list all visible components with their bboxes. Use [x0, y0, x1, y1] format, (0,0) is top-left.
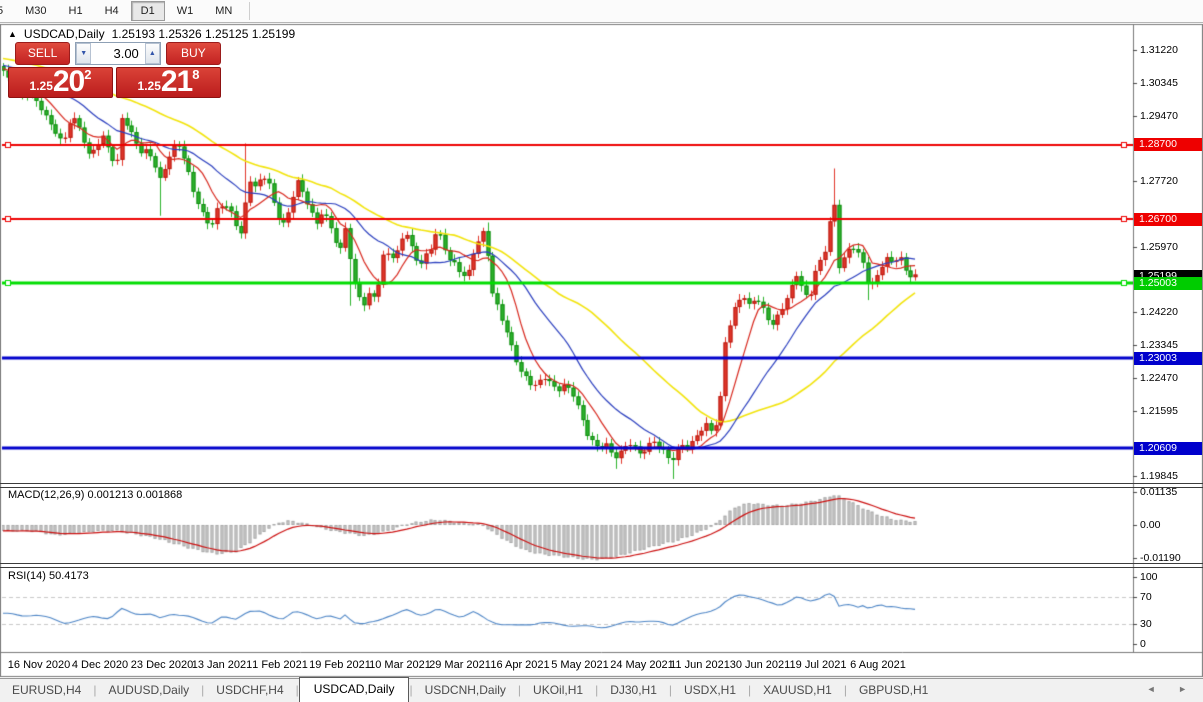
one-click-trade-panel: SELL ▼ 3.00 ▲ BUY 1.25 20 2 1.25 21 8	[8, 42, 221, 98]
buy-price-display[interactable]: 1.25 21 8	[116, 67, 221, 98]
toolbar-separator	[249, 2, 250, 20]
chart-tab-usdcnh[interactable]: USDCNH,Daily	[413, 679, 518, 702]
sell-price-big: 20	[53, 68, 84, 96]
date-tick-label: 19 Feb 2021	[309, 659, 371, 671]
buy-price-base: 1.25	[138, 76, 161, 96]
date-tick-label: 5 May 2021	[551, 659, 608, 671]
volume-decrease-button[interactable]: ▼	[76, 43, 91, 64]
date-tick-label: 29 Mar 2021	[429, 659, 491, 671]
axis-tick-label: 0.00	[1140, 519, 1160, 531]
tab-scroll-arrows[interactable]: ◄ ►	[1147, 684, 1197, 694]
axis-tick-label: 1.22470	[1140, 372, 1178, 384]
price-level-badge: 1.25003	[1134, 277, 1202, 290]
axis-tick-label: 1.27720	[1140, 175, 1178, 187]
date-tick-label: 30 Jun 2021	[730, 659, 791, 671]
axis-tick-label: 1.29470	[1140, 110, 1178, 122]
macd-rsi-splitter[interactable]	[0, 563, 1203, 568]
axis-tick-label: 1.25970	[1140, 241, 1178, 253]
sell-price-base: 1.25	[30, 76, 53, 96]
chart-symbol-label: USDCAD,Daily	[24, 27, 105, 41]
price-level-badge: 1.28700	[1134, 138, 1202, 151]
chart-ohlc-values: 1.25193 1.25326 1.25125 1.25199	[112, 27, 296, 41]
timeframe-toolbar: 5M30H1H4D1W1MN	[0, 0, 1203, 23]
axis-tick-label: 30	[1140, 618, 1152, 630]
trading-app: 5M30H1H4D1W1MN ▲ USDCAD,Daily 1.25193 1.…	[0, 0, 1203, 702]
chart-tab-usdchf[interactable]: USDCHF,H4	[204, 679, 295, 702]
timeframe-button-m30[interactable]: M30	[15, 1, 56, 21]
date-tick-label: 10 Mar 2021	[369, 659, 431, 671]
axis-tick-label: 1.24220	[1140, 306, 1178, 318]
buy-price-big: 21	[161, 68, 192, 96]
price-level-badge: 1.26700	[1134, 213, 1202, 226]
date-tick-label: 16 Apr 2021	[490, 659, 549, 671]
axis-tick-label: 1.21595	[1140, 405, 1178, 417]
rsi-indicator-label: RSI(14) 50.4173	[8, 570, 89, 582]
axis-tick-label: 1.19845	[1140, 470, 1178, 482]
price-level-badge: 1.20609	[1134, 442, 1202, 455]
date-tick-label: 1 Feb 2021	[252, 659, 308, 671]
chart-title: ▲ USDCAD,Daily 1.25193 1.25326 1.25125 1…	[8, 27, 295, 41]
timeframe-button-d1[interactable]: D1	[131, 1, 165, 21]
chart-tab-bar: EURUSD,H4|AUDUSD,Daily|USDCHF,H4|USDCAD,…	[0, 678, 1203, 702]
buy-button[interactable]: BUY	[166, 42, 221, 65]
date-tick-label: 24 May 2021	[610, 659, 674, 671]
timeframe-button-h1[interactable]: H1	[59, 1, 93, 21]
volume-input[interactable]: 3.00	[91, 43, 145, 64]
axis-tick-label: 0	[1140, 638, 1146, 650]
sell-price-pip: 2	[84, 68, 91, 82]
price-chart-canvas[interactable]	[0, 0, 1203, 702]
chart-tab-usdx[interactable]: USDX,H1	[672, 679, 748, 702]
chart-tab-eurusd[interactable]: EURUSD,H4	[0, 679, 93, 702]
timeframe-button-w1[interactable]: W1	[167, 1, 204, 21]
date-tick-label: 16 Nov 2020	[8, 659, 70, 671]
chart-tab-dj30[interactable]: DJ30,H1	[598, 679, 669, 702]
date-tick-label: 19 Jul 2021	[790, 659, 847, 671]
timeframe-button-5[interactable]: 5	[0, 1, 13, 21]
chart-marker-icon: ▲	[8, 29, 17, 39]
sell-price-display[interactable]: 1.25 20 2	[8, 67, 113, 98]
chart-tab-audusd[interactable]: AUDUSD,Daily	[96, 679, 201, 702]
axis-tick-label: 1.30345	[1140, 77, 1178, 89]
date-tick-label: 4 Dec 2020	[72, 659, 128, 671]
volume-increase-button[interactable]: ▲	[145, 43, 160, 64]
buy-price-pip: 8	[192, 68, 199, 82]
timeframe-button-h4[interactable]: H4	[95, 1, 129, 21]
macd-indicator-label: MACD(12,26,9) 0.001213 0.001868	[8, 489, 182, 501]
chart-tab-ukoil[interactable]: UKOil,H1	[521, 679, 595, 702]
axis-tick-label: 100	[1140, 571, 1158, 583]
volume-spinner: ▼ 3.00 ▲	[75, 42, 161, 65]
timeframe-button-mn[interactable]: MN	[205, 1, 242, 21]
chart-macd-splitter[interactable]	[0, 483, 1203, 488]
chart-tab-usdcad[interactable]: USDCAD,Daily	[299, 677, 410, 702]
date-tick-label: 6 Aug 2021	[850, 659, 906, 671]
axis-tick-label: 70	[1140, 591, 1152, 603]
chart-tab-gbpusd[interactable]: GBPUSD,H1	[847, 679, 940, 702]
date-tick-label: 11 Jun 2021	[670, 659, 730, 671]
axis-tick-label: 1.31220	[1140, 44, 1178, 56]
sell-button[interactable]: SELL	[15, 42, 70, 65]
date-tick-label: 23 Dec 2020	[131, 659, 193, 671]
price-level-badge: 1.23003	[1134, 352, 1202, 365]
date-tick-label: 13 Jan 2021	[192, 659, 253, 671]
axis-tick-label: 1.23345	[1140, 339, 1178, 351]
chart-tab-xauusd[interactable]: XAUUSD,H1	[751, 679, 844, 702]
